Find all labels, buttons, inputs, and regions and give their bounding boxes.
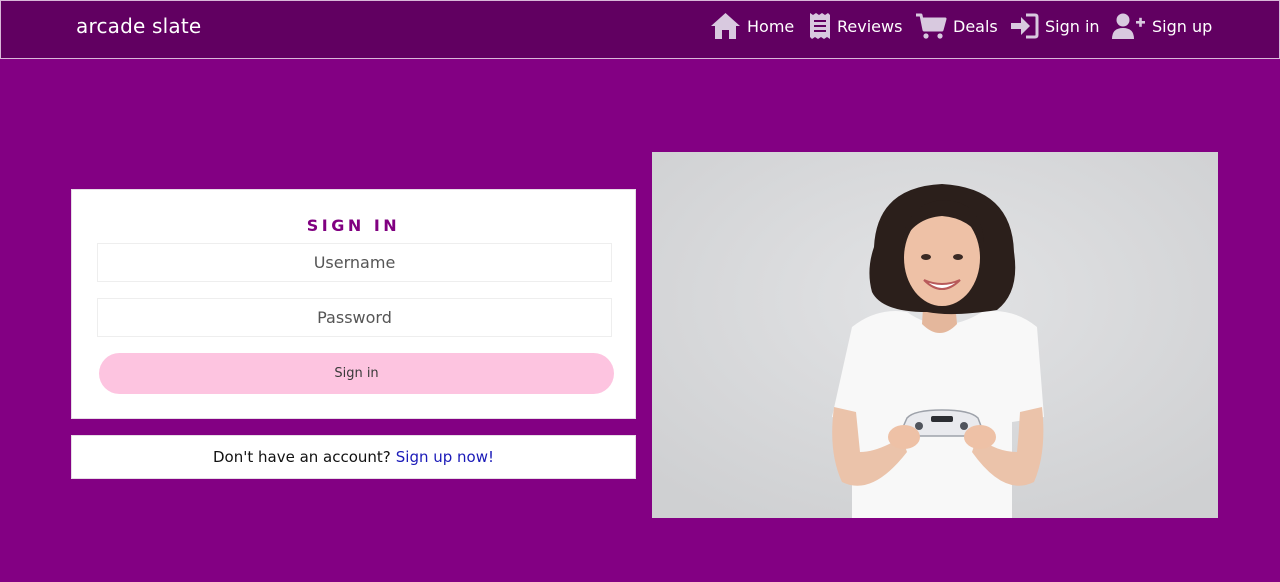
brand-logo[interactable]: arcade slate: [76, 14, 201, 38]
nav-deals[interactable]: Deals: [915, 10, 998, 42]
nav-sign-up[interactable]: Sign up: [1111, 10, 1212, 42]
sign-in-icon: [1010, 12, 1039, 40]
nav-sign-in-label: Sign in: [1045, 16, 1100, 36]
nav-deals-label: Deals: [953, 16, 998, 36]
nav-home-label: Home: [747, 16, 795, 36]
receipt-icon: [809, 12, 831, 40]
nav-home[interactable]: Home: [710, 10, 794, 42]
home-icon: [710, 12, 741, 40]
hero-image: [652, 152, 1218, 518]
sign-in-card: SIGN IN Sign in: [71, 189, 636, 419]
password-input[interactable]: [97, 298, 612, 337]
sign-in-button[interactable]: Sign in: [99, 353, 614, 394]
nav-reviews-label: Reviews: [837, 16, 903, 36]
sign-in-title: SIGN IN: [306, 216, 401, 235]
username-input[interactable]: [97, 243, 612, 282]
navbar: arcade slate Home Reviews Deals Sign in …: [0, 0, 1280, 59]
sign-up-prompt-box: Don't have an account? Sign up now!: [71, 435, 636, 479]
nav-sign-in[interactable]: Sign in: [1010, 10, 1100, 42]
cart-icon: [915, 12, 947, 40]
sign-up-prompt-text: Don't have an account?: [212, 448, 391, 466]
sign-up-link[interactable]: Sign up now!: [396, 448, 494, 466]
nav-reviews[interactable]: Reviews: [809, 10, 902, 42]
user-plus-icon: [1111, 12, 1146, 40]
nav-sign-up-label: Sign up: [1152, 16, 1213, 36]
